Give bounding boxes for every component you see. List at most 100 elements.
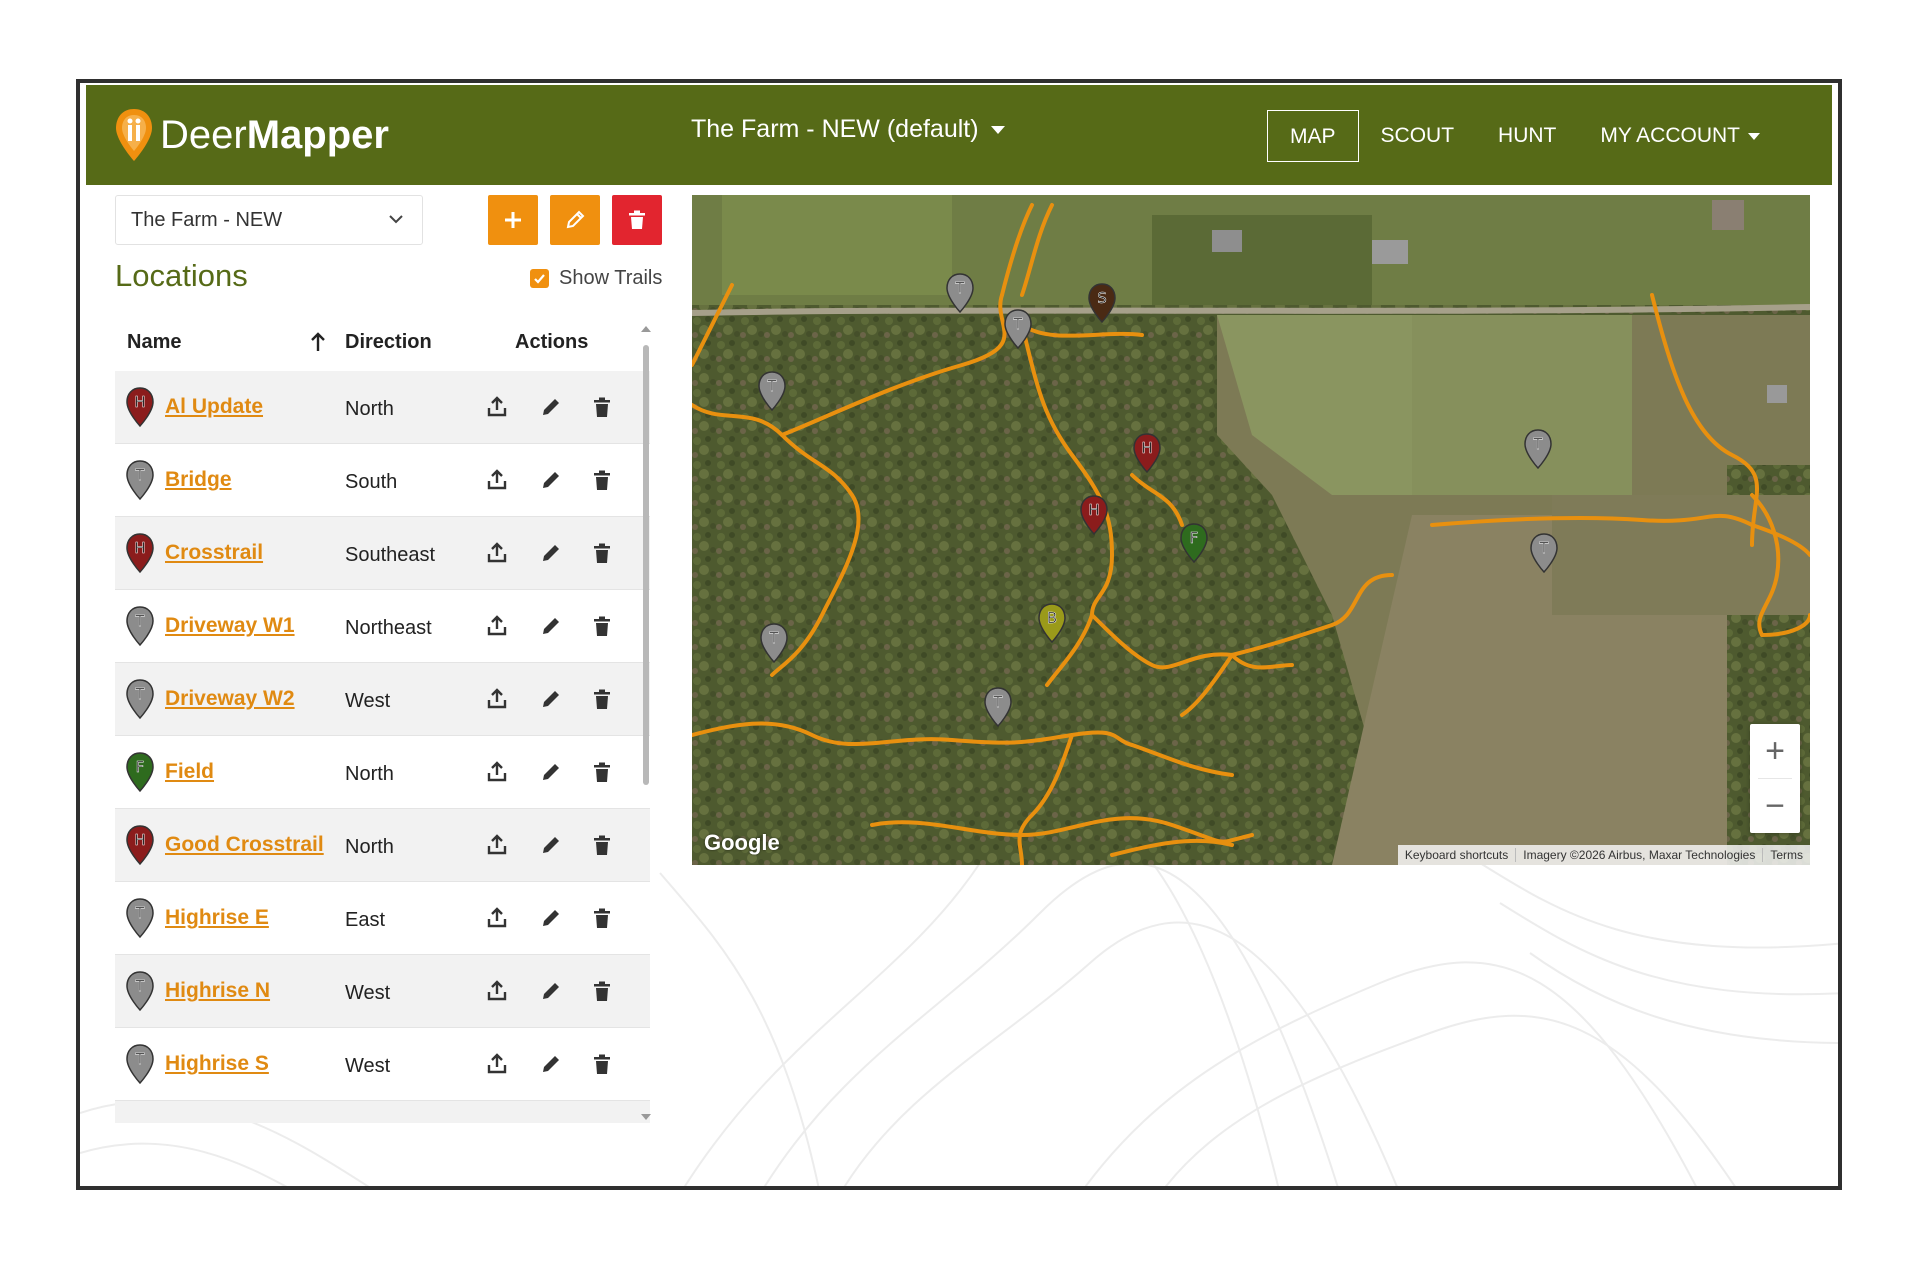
svg-text:T: T [992,693,1003,711]
trash-icon[interactable] [592,395,612,419]
trash-icon[interactable] [592,1052,612,1076]
delete-farm-button[interactable] [612,195,662,245]
pencil-icon[interactable] [540,687,562,711]
zoom-in-button[interactable]: + [1750,724,1800,778]
share-icon[interactable] [486,395,508,419]
svg-text:T: T [134,977,145,995]
column-direction[interactable]: Direction [345,331,432,354]
location-name-link[interactable]: Al Update [165,395,263,419]
nav-hunt[interactable]: HUNT [1476,110,1578,162]
location-pin-icon: T [125,677,155,726]
map-marker[interactable]: H [1079,495,1109,540]
farm-select[interactable]: The Farm - NEW [115,195,423,245]
map-marker[interactable]: H [1132,433,1162,478]
logo-text: DeerMapper [160,112,389,157]
plus-icon [505,212,521,228]
share-icon[interactable] [486,906,508,930]
scroll-up-arrow-icon[interactable] [640,323,652,335]
svg-text:S: S [1097,289,1107,307]
edit-farm-button[interactable] [550,195,600,245]
location-name-link[interactable]: Highrise S [165,1052,269,1076]
farm-title-dropdown[interactable]: The Farm - NEW (default) [691,115,1005,144]
nav-scout[interactable]: SCOUT [1359,110,1477,162]
svg-text:T: T [1532,435,1543,453]
location-name-link[interactable]: Driveway W1 [165,614,295,638]
share-icon[interactable] [486,979,508,1003]
map-marker[interactable]: F [1179,523,1209,568]
map-marker[interactable]: B [1037,603,1067,648]
share-icon[interactable] [486,1052,508,1076]
location-name-link[interactable]: Highrise N [165,979,270,1003]
terms-link[interactable]: Terms [1762,848,1810,862]
nav-map[interactable]: MAP [1267,110,1359,162]
trash-icon[interactable] [592,468,612,492]
trash-icon[interactable] [592,614,612,638]
pencil-icon[interactable] [540,906,562,930]
caret-down-icon [1748,132,1760,140]
nav-my-account[interactable]: MY ACCOUNT [1578,110,1782,162]
pencil-icon[interactable] [540,833,562,857]
location-pin-icon: H [125,823,155,872]
map-marker[interactable]: T [1529,533,1559,578]
location-direction: Southeast [345,544,436,566]
trash-icon[interactable] [592,833,612,857]
location-name-link[interactable]: Good Crosstrail [165,833,324,857]
pencil-icon[interactable] [540,1052,562,1076]
imagery-credit: Imagery ©2026 Airbus, Maxar Technologies [1515,848,1762,862]
share-icon[interactable] [486,541,508,565]
scroll-down-arrow-icon[interactable] [640,1111,652,1123]
location-name-link[interactable]: Driveway W2 [165,687,295,711]
map-attribution: Keyboard shortcuts Imagery ©2026 Airbus,… [1397,845,1810,865]
map-marker[interactable]: S [1087,283,1117,328]
map-marker[interactable]: T [983,687,1013,732]
trash-icon[interactable] [592,687,612,711]
column-name[interactable]: Name [127,331,181,354]
trash-icon[interactable] [592,541,612,565]
share-icon[interactable] [486,468,508,492]
keyboard-shortcuts-link[interactable]: Keyboard shortcuts [1398,848,1515,862]
share-icon[interactable] [486,833,508,857]
location-name-link[interactable]: Field [165,760,214,784]
logo[interactable]: DeerMapper [114,107,389,163]
map-marker[interactable]: T [759,623,789,668]
zoom-out-button[interactable]: − [1750,779,1800,833]
share-icon[interactable] [486,687,508,711]
show-trails-toggle[interactable]: Show Trails [530,267,662,290]
map-marker[interactable]: T [1523,429,1553,474]
location-direction: Northeast [345,617,432,639]
add-location-button[interactable] [488,195,538,245]
show-trails-checkbox[interactable] [530,269,549,288]
pencil-icon[interactable] [540,395,562,419]
farm-select-value: The Farm - NEW [131,209,283,231]
sort-arrow-up-icon[interactable] [309,331,327,353]
location-name-link[interactable]: Bridge [165,468,232,492]
table-scrollbar[interactable] [640,323,652,1123]
table-row: T Driveway W2 West [115,663,650,736]
svg-text:H: H [134,831,145,849]
trash-icon[interactable] [592,906,612,930]
map-marker[interactable]: T [945,273,975,318]
svg-text:H: H [134,539,145,557]
scrollbar-thumb[interactable] [643,345,649,785]
pencil-icon[interactable] [540,468,562,492]
location-direction: South [345,471,398,493]
map-marker[interactable]: T [757,371,787,416]
pencil-icon[interactable] [540,979,562,1003]
pencil-icon[interactable] [540,541,562,565]
trash-icon[interactable] [592,760,612,784]
share-icon[interactable] [486,760,508,784]
app-window: DeerMapper The Farm - NEW (default) MAP … [76,79,1842,1190]
svg-text:T: T [134,466,145,484]
map-view[interactable]: T S T T H H F T T B T T + − Google Keyboard shortcu… [692,195,1810,865]
map-marker[interactable]: T [1003,309,1033,354]
pencil-icon[interactable] [540,760,562,784]
svg-text:T: T [768,629,779,647]
location-name-link[interactable]: Highrise E [165,906,269,930]
location-name-link[interactable]: Crosstrail [165,541,263,565]
trash-icon[interactable] [592,979,612,1003]
svg-text:F: F [1190,529,1199,547]
share-icon[interactable] [486,614,508,638]
chevron-down-icon [389,215,403,224]
table-row: T Bridge South [115,444,650,517]
pencil-icon[interactable] [540,614,562,638]
